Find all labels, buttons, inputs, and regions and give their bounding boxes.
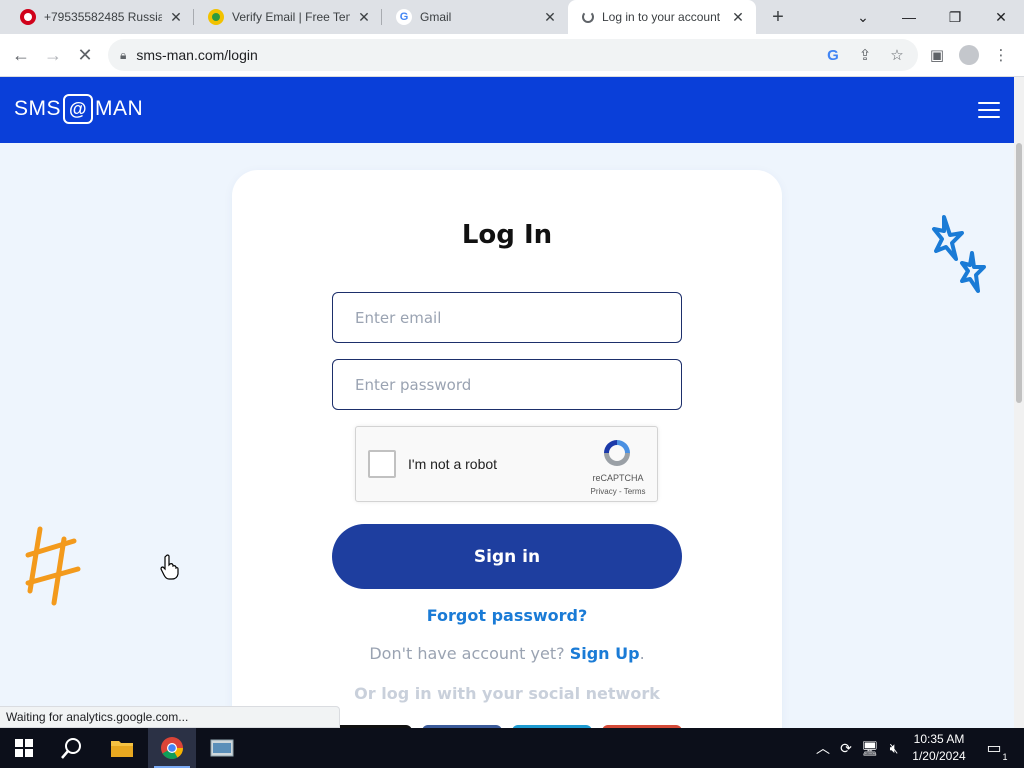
browser-tab-phone[interactable]: +79535582485 Russia ✕ bbox=[6, 0, 194, 34]
sparkle-decoration-icon bbox=[932, 215, 986, 293]
network-icon[interactable]: 🖥︎ bbox=[860, 728, 880, 768]
share-icon[interactable]: ⇪ bbox=[850, 40, 880, 70]
browser-tab-login[interactable]: Log in to your account ✕ bbox=[568, 0, 756, 34]
forgot-password-link[interactable]: Forgot password? bbox=[232, 606, 782, 625]
tab-title: Gmail bbox=[420, 10, 452, 24]
yellow-green-circle-icon bbox=[208, 9, 224, 25]
close-tab-icon[interactable]: ✕ bbox=[356, 9, 372, 25]
browser-tab-verify-email[interactable]: Verify Email | Free Tem ✕ bbox=[194, 0, 382, 34]
windows-taskbar: ︿ ⟳ 🖥︎ 🔇︎ 10:35 AM 1/20/2024 ▭ 1 bbox=[0, 728, 1024, 768]
google-g-icon: G bbox=[396, 9, 412, 25]
recaptcha-brand: reCAPTCHA bbox=[592, 473, 644, 483]
clock-time: 10:35 AM bbox=[913, 732, 965, 746]
clock-date: 1/20/2024 bbox=[912, 749, 966, 763]
no-account-text: Don't have account yet? bbox=[369, 644, 565, 663]
recaptcha-privacy-link[interactable]: Privacy bbox=[591, 487, 617, 496]
lock-icon[interactable]: 🔒︎ bbox=[120, 48, 126, 63]
google-translate-icon[interactable]: G bbox=[818, 40, 848, 70]
bookmark-star-icon[interactable]: ☆ bbox=[882, 40, 912, 70]
tab-title: +79535582485 Russia bbox=[44, 10, 162, 24]
loading-spinner-icon bbox=[582, 11, 594, 23]
browser-status-bar: Waiting for analytics.google.com... bbox=[0, 706, 340, 728]
browser-toolbar: ← → ✕ 🔒︎ sms-man.com/login G ⇪ ☆ ▣ ⋮ bbox=[0, 34, 1024, 77]
close-tab-icon[interactable]: ✕ bbox=[168, 9, 184, 25]
opera-red-circle-icon bbox=[20, 9, 36, 25]
stop-loading-icon[interactable]: ✕ bbox=[70, 40, 100, 70]
side-panel-icon[interactable]: ▣ bbox=[922, 40, 952, 70]
hamburger-menu-icon[interactable] bbox=[978, 102, 1000, 118]
notifications-icon[interactable]: ▭ 1 bbox=[982, 728, 1008, 768]
scrollbar-thumb[interactable] bbox=[1016, 143, 1022, 403]
new-tab-button[interactable]: + bbox=[766, 5, 790, 29]
close-tab-icon[interactable]: ✕ bbox=[730, 9, 746, 25]
show-hidden-icons-chevron-icon[interactable]: ︿ bbox=[814, 728, 832, 768]
recaptcha-checkbox[interactable] bbox=[368, 450, 396, 478]
search-icon[interactable] bbox=[48, 728, 96, 768]
sync-warning-icon[interactable]: ⟳ bbox=[836, 728, 856, 768]
chrome-taskbar-icon[interactable] bbox=[148, 728, 196, 768]
minimize-button[interactable]: — bbox=[886, 0, 932, 34]
notification-count: 1 bbox=[1002, 752, 1008, 762]
file-explorer-icon[interactable] bbox=[98, 728, 146, 768]
recaptcha-label: I'm not a robot bbox=[408, 456, 498, 472]
browser-menu-icon[interactable]: ⋮ bbox=[986, 40, 1016, 70]
logo-text-right: MAN bbox=[95, 97, 144, 120]
login-card: Log In I'm not a robot reCAPTCHA Privacy… bbox=[232, 170, 782, 728]
page-scrollbar[interactable] bbox=[1014, 77, 1024, 728]
page-viewport: SMS @ MAN Log In I'm not a robot bbox=[0, 77, 1024, 728]
chat-bubble-logo-icon: @ bbox=[63, 94, 94, 124]
taskbar-clock[interactable]: 10:35 AM 1/20/2024 bbox=[905, 731, 973, 765]
close-window-button[interactable]: ✕ bbox=[978, 0, 1024, 34]
windows-start-icon[interactable] bbox=[0, 728, 48, 768]
recaptcha-terms-link[interactable]: Terms bbox=[624, 487, 646, 496]
tab-search-icon[interactable]: ⌄ bbox=[840, 0, 886, 34]
signup-prompt: Don't have account yet? Sign Up. bbox=[369, 644, 645, 663]
password-field[interactable] bbox=[332, 359, 682, 410]
social-login-title: Or log in with your social network bbox=[354, 684, 660, 703]
page-title: Log In bbox=[461, 220, 553, 250]
back-arrow-icon[interactable]: ← bbox=[6, 40, 36, 70]
tab-title: Verify Email | Free Tem bbox=[232, 10, 350, 24]
address-bar[interactable]: 🔒︎ sms-man.com/login bbox=[108, 39, 918, 71]
address-url[interactable]: sms-man.com/login bbox=[136, 47, 257, 63]
profile-avatar-icon[interactable] bbox=[954, 40, 984, 70]
recaptcha-widget: I'm not a robot reCAPTCHA Privacy - Term… bbox=[355, 426, 658, 502]
browser-tab-strip: +79535582485 Russia ✕ Verify Email | Fre… bbox=[0, 0, 1024, 34]
recaptcha-logo-icon bbox=[604, 440, 630, 466]
forward-arrow-icon[interactable]: → bbox=[38, 40, 68, 70]
browser-tab-gmail[interactable]: G Gmail ✕ bbox=[382, 0, 568, 34]
recaptcha-links: Privacy - Terms bbox=[590, 487, 646, 496]
close-tab-icon[interactable]: ✕ bbox=[542, 9, 558, 25]
tab-title: Log in to your account bbox=[602, 10, 721, 24]
site-header: SMS @ MAN bbox=[0, 77, 1014, 143]
app-taskbar-icon[interactable] bbox=[198, 728, 246, 768]
volume-muted-icon[interactable]: 🔇︎ bbox=[884, 728, 904, 768]
hashtag-decoration-icon bbox=[25, 526, 81, 606]
sms-man-logo[interactable]: SMS @ MAN bbox=[14, 94, 143, 124]
hand-cursor-icon bbox=[160, 554, 179, 580]
restore-button[interactable]: ❐ bbox=[932, 0, 978, 34]
logo-text-left: SMS bbox=[14, 97, 62, 120]
email-field[interactable] bbox=[332, 292, 682, 343]
sign-in-button[interactable]: Sign in bbox=[332, 524, 682, 589]
sign-up-link[interactable]: Sign Up bbox=[570, 644, 640, 663]
